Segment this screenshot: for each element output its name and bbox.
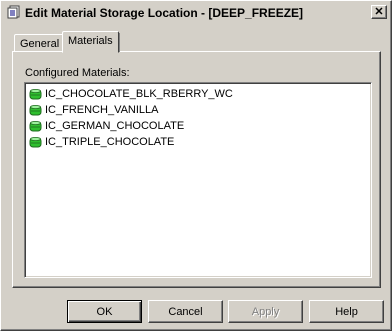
- title-bar[interactable]: Edit Material Storage Location - [DEEP_F…: [3, 3, 389, 22]
- list-item[interactable]: IC_TRIPLE_CHOCOLATE: [27, 134, 369, 150]
- material-name: IC_GERMAN_CHOCOLATE: [45, 120, 185, 132]
- materials-listbox[interactable]: IC_CHOCOLATE_BLK_RBERRY_WC IC_FRENCH_VAN…: [24, 82, 372, 278]
- database-icon: [29, 136, 42, 149]
- material-name: IC_FRENCH_VANILLA: [45, 104, 159, 116]
- database-icon: [29, 104, 42, 117]
- database-icon: [29, 88, 42, 101]
- ok-button[interactable]: OK: [67, 300, 142, 323]
- close-button[interactable]: ✕: [371, 5, 387, 19]
- material-name: IC_CHOCOLATE_BLK_RBERRY_WC: [45, 88, 233, 100]
- apply-button[interactable]: Apply: [228, 300, 303, 323]
- document-icon: [7, 5, 21, 19]
- database-icon: [29, 120, 42, 133]
- configured-materials-label: Configured Materials:: [25, 67, 130, 79]
- cancel-button[interactable]: Cancel: [148, 300, 223, 323]
- window-title: Edit Material Storage Location - [DEEP_F…: [25, 6, 304, 20]
- material-name: IC_TRIPLE_CHOCOLATE: [45, 136, 175, 148]
- tab-materials[interactable]: Materials: [62, 31, 120, 53]
- dialog-window: Edit Material Storage Location - [DEEP_F…: [0, 0, 392, 331]
- close-icon: ✕: [374, 5, 384, 18]
- tab-general[interactable]: General: [14, 34, 66, 52]
- list-item[interactable]: IC_GERMAN_CHOCOLATE: [27, 118, 369, 134]
- list-item[interactable]: IC_CHOCOLATE_BLK_RBERRY_WC: [27, 86, 369, 102]
- list-item[interactable]: IC_FRENCH_VANILLA: [27, 102, 369, 118]
- help-button[interactable]: Help: [309, 300, 384, 323]
